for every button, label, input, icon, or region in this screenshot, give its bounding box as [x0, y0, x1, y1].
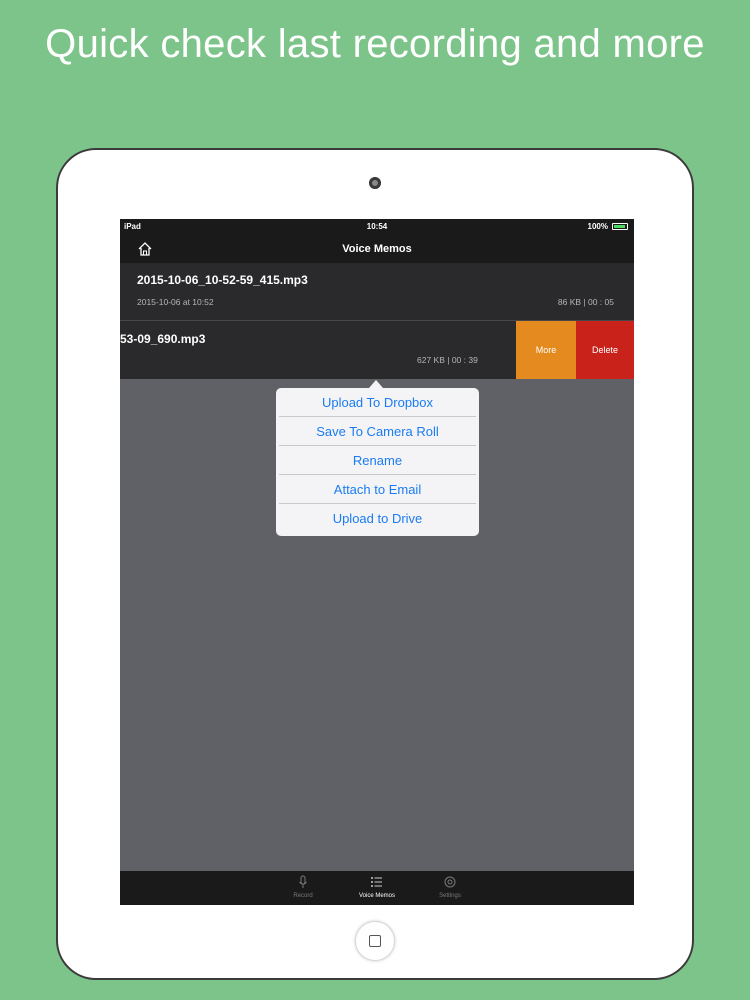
recording-meta: 86 KB | 00 : 05	[557, 297, 614, 307]
battery-icon	[612, 223, 628, 230]
recording-date: 2015-10-06 at 10:52	[137, 297, 214, 307]
recording-meta: 627 KB | 00 : 39	[417, 355, 478, 365]
microphone-icon	[299, 875, 307, 888]
popover-arrow	[369, 380, 383, 388]
list-icon	[371, 877, 382, 887]
tab-voice-memos[interactable]: Voice Memos	[347, 875, 407, 899]
recording-row-swiped[interactable]: 53-09_690.mp3 627 KB | 00 : 39 More Dele…	[120, 321, 634, 379]
home-square-icon	[369, 935, 381, 947]
menu-item-attach-email[interactable]: Attach to Email	[279, 475, 476, 504]
more-button[interactable]: More	[516, 321, 576, 379]
recording-name: 53-09_690.mp3	[120, 332, 206, 346]
tab-bar: Record Voice Memos Settings	[120, 871, 634, 905]
status-bar: iPad 10:54 100%	[120, 219, 634, 235]
menu-item-save-camera-roll[interactable]: Save To Camera Roll	[279, 417, 476, 446]
tab-record-label: Record	[293, 893, 313, 899]
status-time: 10:54	[366, 222, 388, 231]
menu-item-upload-dropbox[interactable]: Upload To Dropbox	[279, 388, 476, 417]
tab-record[interactable]: Record	[273, 875, 333, 899]
menu-item-upload-drive[interactable]: Upload to Drive	[279, 504, 476, 533]
tab-settings-label: Settings	[439, 893, 461, 899]
nav-bar: Voice Memos	[120, 235, 634, 263]
gear-icon	[444, 876, 456, 888]
menu-item-rename[interactable]: Rename	[279, 446, 476, 475]
tab-settings[interactable]: Settings	[420, 875, 480, 899]
status-battery-label: 100%	[587, 222, 608, 231]
home-button[interactable]	[355, 921, 395, 961]
delete-button[interactable]: Delete	[576, 321, 634, 379]
recording-name: 2015-10-06_10-52-59_415.mp3	[137, 273, 308, 287]
recording-row[interactable]: 2015-10-06_10-52-59_415.mp3 2015-10-06 a…	[120, 263, 634, 321]
promo-banner-title: Quick check last recording and more	[45, 22, 705, 66]
tab-voice-memos-label: Voice Memos	[358, 893, 395, 899]
camera-icon	[369, 177, 381, 189]
app-screen: iPad 10:54 100% Voice Memos 2015-10-06_1…	[120, 219, 634, 905]
page-title: Voice Memos	[342, 243, 412, 255]
more-options-popover: Upload To Dropbox Save To Camera Roll Re…	[276, 388, 479, 536]
